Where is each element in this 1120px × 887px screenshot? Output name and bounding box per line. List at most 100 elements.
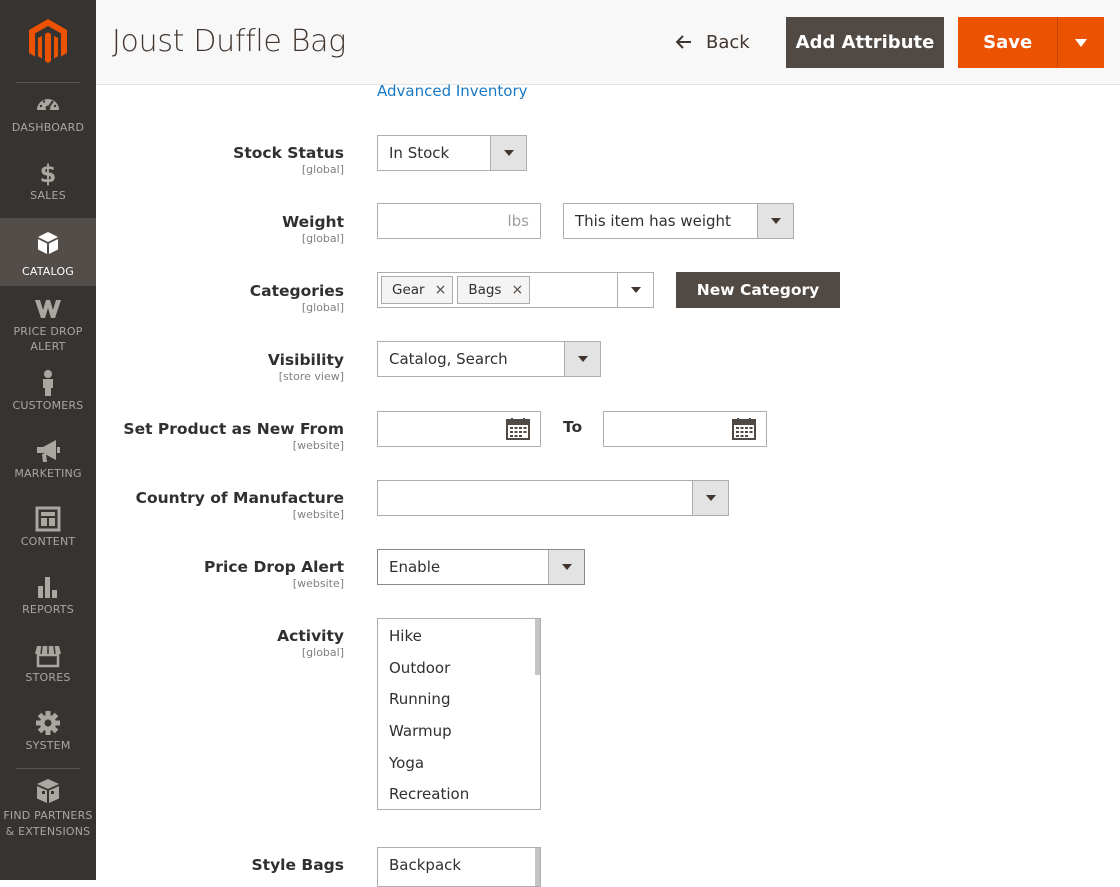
bar-chart-icon <box>38 577 57 598</box>
price-drop-icon <box>35 300 61 318</box>
select-value: In Stock <box>389 144 450 162</box>
list-item[interactable]: Backpack <box>378 850 540 882</box>
dropdown-arrow-icon <box>692 481 728 515</box>
remove-tag-icon[interactable]: × <box>435 282 447 298</box>
select-value: Catalog, Search <box>389 350 508 368</box>
layout-icon <box>35 506 61 532</box>
field-label: Set Product as New From <box>123 420 344 438</box>
price-drop-alert-label: Price Drop Alert [website] <box>204 557 344 591</box>
weight-label: Weight [global] <box>282 212 344 246</box>
price-drop-alert-select[interactable]: Enable <box>377 549 585 585</box>
caret-down-icon <box>1075 38 1088 47</box>
field-label: Style Bags <box>251 856 345 874</box>
category-tag: Bags × <box>457 276 531 304</box>
stock-status-select[interactable]: In Stock <box>377 135 527 171</box>
advanced-inventory-link[interactable]: Advanced Inventory <box>377 82 528 100</box>
weight-type-select[interactable]: This item has weight <box>563 203 794 239</box>
list-item[interactable]: Hike <box>378 621 540 653</box>
admin-sidebar: Dashboard $ Sales Catalog Price Drop Ale… <box>0 0 96 880</box>
gear-icon <box>36 711 60 735</box>
categories-multiselect[interactable]: Gear × Bags × <box>377 272 654 308</box>
field-scope: [website] <box>292 508 344 521</box>
sidebar-item-label: System <box>25 739 71 752</box>
sidebar-item-marketing[interactable]: Marketing <box>0 436 96 504</box>
country-select[interactable] <box>377 480 729 516</box>
weight-input[interactable]: lbs <box>377 203 541 239</box>
back-button[interactable]: Back <box>676 24 750 60</box>
field-label: Categories <box>249 282 344 300</box>
list-item[interactable]: Recreation <box>378 779 540 809</box>
field-scope: [global] <box>301 163 344 176</box>
select-value: Enable <box>389 558 441 576</box>
dropdown-arrow-icon <box>617 273 653 307</box>
activity-label: Activity [global] <box>277 626 344 660</box>
sidebar-item-price-drop-alert[interactable]: Price Drop Alert <box>0 294 96 358</box>
dropdown-arrow-icon <box>490 136 526 170</box>
sidebar-item-content[interactable]: Content <box>0 504 96 572</box>
style-bags-label: Style Bags <box>252 855 345 875</box>
sidebar-item-sales[interactable]: $ Sales <box>0 158 96 226</box>
sidebar-item-catalog[interactable]: Catalog <box>0 218 96 286</box>
scrollbar[interactable] <box>535 619 540 675</box>
sidebar-item-label: Marketing <box>14 467 82 480</box>
save-options-toggle[interactable] <box>1058 17 1104 68</box>
categories-label: Categories [global] <box>250 281 344 315</box>
box-icon <box>38 232 58 254</box>
save-button[interactable]: Save <box>958 17 1059 68</box>
sidebar-item-dashboard[interactable]: Dashboard <box>0 90 96 158</box>
sidebar-item-label: Sales <box>30 189 66 202</box>
list-item[interactable]: Warmup <box>378 716 540 748</box>
sidebar-item-find-partners[interactable]: Find Partners & Extensions <box>0 776 96 846</box>
dropdown-arrow-icon <box>757 204 793 238</box>
sidebar-item-reports[interactable]: Reports <box>0 572 96 640</box>
scrollbar[interactable] <box>535 848 540 886</box>
sidebar-item-label: Customers <box>12 399 84 412</box>
select-value: This item has weight <box>575 212 731 230</box>
field-scope: [website] <box>292 577 344 590</box>
add-attribute-label: Add Attribute <box>795 32 935 53</box>
visibility-label: Visibility [store view] <box>268 350 344 384</box>
save-button-group: Save <box>958 17 1104 68</box>
field-label: Weight <box>282 213 344 231</box>
list-item[interactable]: Running <box>378 684 540 716</box>
style-bags-multiselect[interactable]: Backpack <box>377 847 541 887</box>
sidebar-item-stores[interactable]: Stores <box>0 640 96 708</box>
list-item[interactable]: Outdoor <box>378 653 540 685</box>
page-header: Joust Duffle Bag Back Add Attribute Save <box>96 0 1120 85</box>
calendar-icon[interactable] <box>732 417 756 441</box>
page-title: Joust Duffle Bag <box>112 24 346 59</box>
sidebar-item-label: Reports <box>22 603 74 616</box>
sidebar-item-label: Stores <box>25 671 71 684</box>
magento-logo[interactable] <box>0 0 96 82</box>
to-label: To <box>563 418 583 436</box>
field-label: Country of Manufacture <box>135 489 344 507</box>
field-scope: [website] <box>292 439 344 452</box>
activity-multiselect[interactable]: Hike Outdoor Running Warmup Yoga Recreat… <box>377 618 541 810</box>
sidebar-item-label: Content <box>20 535 76 548</box>
field-label: Price Drop Alert <box>204 558 344 576</box>
sidebar-item-system[interactable]: System <box>0 708 96 776</box>
add-attribute-button[interactable]: Add Attribute <box>786 17 944 68</box>
new-category-label: New Category <box>696 281 820 299</box>
new-category-button[interactable]: New Category <box>676 272 840 308</box>
field-label: Activity <box>277 627 344 645</box>
dropdown-arrow-icon <box>564 342 600 376</box>
magento-logo-icon <box>29 19 67 63</box>
dropdown-arrow-icon <box>548 550 584 584</box>
field-scope: [global] <box>301 301 344 314</box>
store-icon <box>35 645 61 668</box>
sidebar-item-customers[interactable]: Customers <box>0 368 96 436</box>
dollar-icon: $ <box>40 160 57 188</box>
remove-tag-icon[interactable]: × <box>511 282 523 298</box>
list-item[interactable]: Yoga <box>378 748 540 780</box>
new-to-date-input[interactable] <box>603 411 767 447</box>
arrow-left-icon <box>676 35 691 49</box>
visibility-select[interactable]: Catalog, Search <box>377 341 601 377</box>
save-button-label: Save <box>983 32 1033 53</box>
extensions-icon <box>37 779 59 803</box>
tag-label: Gear <box>392 282 425 298</box>
new-from-date-input[interactable] <box>377 411 541 447</box>
weight-unit: lbs <box>507 212 529 230</box>
field-scope: [global] <box>301 646 344 659</box>
calendar-icon[interactable] <box>506 417 530 441</box>
